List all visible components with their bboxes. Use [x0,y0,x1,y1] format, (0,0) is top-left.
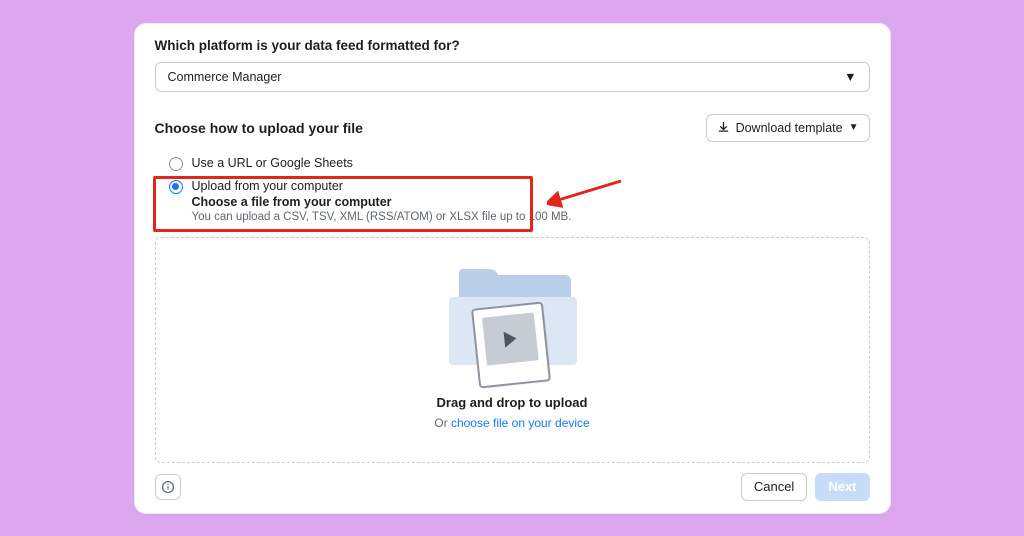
option-upload-computer[interactable]: Upload from your computer Choose a file … [155,175,870,227]
choose-file-link[interactable]: choose file on your device [451,416,590,430]
download-template-button[interactable]: Download template ▼ [706,114,870,142]
caret-down-icon: ▼ [849,122,859,133]
option-upload-label: Upload from your computer [192,179,572,193]
dropzone-subtitle: Or choose file on your device [434,416,589,430]
option-upload-sub: Choose a file from your computer [192,195,572,209]
upload-options: Use a URL or Google Sheets Upload from y… [155,152,870,227]
download-icon [717,121,730,134]
next-button[interactable]: Next [815,473,869,501]
dropzone-title: Drag and drop to upload [437,395,588,410]
option-url[interactable]: Use a URL or Google Sheets [155,152,870,175]
upload-dialog: Which platform is your data feed formatt… [134,23,891,514]
option-url-label: Use a URL or Google Sheets [192,156,353,170]
choose-upload-title: Choose how to upload your file [155,120,363,136]
upload-illustration-icon [437,269,587,389]
platform-select[interactable]: Commerce Manager ▼ [155,62,870,92]
caret-down-icon: ▼ [844,70,856,84]
radio-unselected-icon[interactable] [169,157,183,171]
download-template-label: Download template [736,121,843,135]
file-dropzone[interactable]: Drag and drop to upload Or choose file o… [155,237,870,463]
cancel-button[interactable]: Cancel [741,473,807,501]
radio-selected-icon[interactable] [169,180,183,194]
platform-select-value: Commerce Manager [168,70,282,84]
info-button[interactable] [155,474,181,500]
platform-question-label: Which platform is your data feed formatt… [155,38,870,53]
option-upload-help: You can upload a CSV, TSV, XML (RSS/ATOM… [192,211,572,223]
